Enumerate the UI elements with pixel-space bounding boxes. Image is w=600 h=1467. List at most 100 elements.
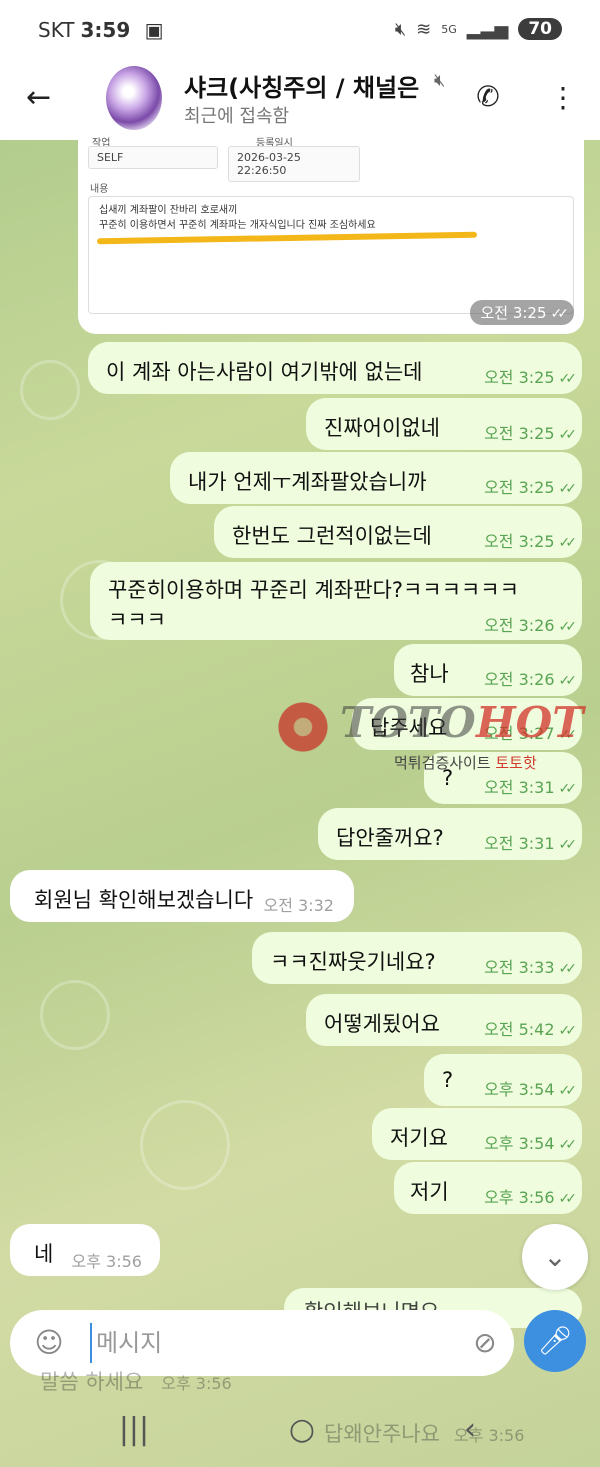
time-label: 오후 3:56 — [71, 1252, 142, 1271]
back-nav-icon[interactable]: ‹ — [448, 1412, 492, 1447]
time-label: 오전 3:25 — [484, 368, 555, 387]
outgoing-message[interactable]: 저기요 오후 3:54 ✓✓ — [372, 1108, 582, 1160]
time-label: 오후 3:54 — [484, 1134, 555, 1153]
more-vertical-icon[interactable]: ⋮ — [548, 80, 578, 116]
ghost-text: 답왜안주나요 — [324, 1422, 440, 1446]
battery-icon: 70 — [518, 18, 562, 40]
message-text: 저기 — [410, 1180, 449, 1204]
outgoing-message[interactable]: 참나 오전 3:26 ✓✓ — [394, 644, 582, 696]
double-check-icon: ✓✓ — [558, 481, 578, 497]
network-label: 5G — [441, 22, 457, 36]
outgoing-message[interactable]: 진짜어이없네 오전 3:25 ✓✓ — [306, 398, 582, 450]
double-check-icon: ✓✓ — [558, 837, 578, 853]
watermark-brand-right: HOT — [476, 698, 584, 747]
message-time: 오후 3:56 ✓✓ — [484, 1184, 578, 1208]
message-time: 오후 3:54 ✓✓ — [484, 1130, 578, 1154]
paperclip-icon[interactable]: ⊘ — [466, 1324, 504, 1362]
double-check-icon: ✓✓ — [558, 1137, 578, 1153]
watermark: TOTO HOT 먹튀검증사이트 토토핫 — [272, 692, 600, 782]
chat-header: ← 샤크(사칭주의 / 채널은 🔇︎ 최근에 접속함 ✆ ⋮ — [0, 62, 600, 140]
message-text: 이 계좌 아는사람이 여기밖에 없는데 — [106, 360, 423, 384]
message-text-line2: ㅋㅋㅋ — [108, 608, 166, 632]
outgoing-message[interactable]: 어떻게됬어요 오전 5:42 ✓✓ — [306, 994, 582, 1046]
outgoing-message[interactable]: ? 오후 3:54 ✓✓ — [424, 1054, 582, 1106]
status-bar: SKT 3:59 ▣ 🔇︎ ≋ 5G ▂▃▅ 70 — [0, 0, 600, 62]
message-time: 오전 3:25 ✓✓ — [470, 300, 574, 325]
message-time: 오전 5:42 ✓✓ — [484, 1016, 578, 1040]
wifi-icon: ≋ — [416, 18, 432, 40]
field-value: SELF — [88, 146, 218, 169]
double-check-icon: ✓✓ — [558, 1083, 578, 1099]
time-label: 오전 3:26 — [484, 616, 555, 635]
avatar[interactable] — [106, 66, 162, 130]
chat-subtitle: 최근에 접속함 — [184, 106, 290, 127]
content-line: 꾸준히 이용하면서 꾸준히 계좌파는 개자식입니다 진짜 조심하세요 — [99, 220, 376, 231]
time-label: 오전 3:32 — [263, 896, 334, 915]
flower-logo-icon — [272, 696, 334, 758]
message-text: 답안줄꺼요? — [336, 826, 444, 850]
message-time: 오후 3:56 — [72, 1248, 142, 1272]
time-label: 오전 3:25 — [484, 478, 555, 497]
recent-apps-icon[interactable]: ||| — [112, 1412, 156, 1447]
carrier-label: SKT — [38, 18, 75, 42]
message-text: 저기요 — [390, 1126, 448, 1150]
message-time: 오후 3:54 ✓✓ — [484, 1076, 578, 1100]
outgoing-message[interactable]: 이 계좌 아는사람이 여기밖에 없는데 오전 3:25 ✓✓ — [88, 342, 582, 394]
double-check-icon: ✓✓ — [550, 306, 570, 322]
time-label: 오후 3:56 — [484, 1188, 555, 1207]
wallpaper-doodle — [20, 360, 80, 420]
time-label: 오전 3:26 — [484, 670, 555, 689]
message-text: ㅋㅋ진짜웃기네요? — [270, 950, 436, 974]
message-text: 네 — [34, 1242, 54, 1266]
message-input[interactable] — [90, 1323, 450, 1363]
double-check-icon: ✓✓ — [558, 1191, 578, 1207]
double-check-icon: ✓✓ — [558, 535, 578, 551]
message-time: 오전 3:25 ✓✓ — [484, 528, 578, 552]
signal-icon: ▂▃▅ — [466, 18, 509, 40]
content-box: 십새끼 계좌팔이 잔바리 호로새끼 꾸준히 이용하면서 꾸준히 계좌파는 개자식… — [88, 196, 574, 314]
double-check-icon: ✓✓ — [558, 371, 578, 387]
message-text: 내가 언제ㅜ계좌팔았습니까 — [188, 470, 427, 494]
incoming-message[interactable]: 회원님 확인해보겠습니다 오전 3:32 — [10, 870, 354, 922]
double-check-icon: ✓✓ — [558, 619, 578, 635]
message-time: 오전 3:33 ✓✓ — [484, 954, 578, 978]
time-label: 오전 3:25 — [484, 532, 555, 551]
message-time: 오전 3:25 ✓✓ — [484, 364, 578, 388]
outgoing-message[interactable]: 답안줄꺼요? 오전 3:31 ✓✓ — [318, 808, 582, 860]
time-label: 오후 3:54 — [484, 1080, 555, 1099]
chat-title[interactable]: 샤크(사칭주의 / 채널은 — [184, 68, 434, 103]
wallpaper-doodle — [40, 980, 110, 1050]
microphone-icon[interactable]: 🎤︎ — [524, 1310, 586, 1372]
time-label: 오전 3:31 — [484, 834, 555, 853]
message-text: 진짜어이없네 — [324, 416, 440, 440]
chevron-down-icon[interactable]: ⌄ — [522, 1224, 588, 1290]
double-check-icon: ✓✓ — [558, 427, 578, 443]
watermark-brand-left: TOTO — [340, 698, 476, 747]
content-label: 내용 — [90, 184, 109, 195]
outgoing-message[interactable]: 꾸준히이용하며 꾸준리 계좌판다?ㅋㅋㅋㅋㅋㅋ ㅋㅋㅋ 오전 3:26 ✓✓ — [90, 562, 582, 640]
arrow-left-icon[interactable]: ← — [26, 80, 62, 116]
message-time: 오전 3:31 ✓✓ — [484, 830, 578, 854]
time-label: 오전 3:25 — [480, 304, 547, 322]
image-message[interactable]: 작업 SELF 등록일시 2026-03-25 22:26:50 내용 십새끼 … — [78, 138, 584, 334]
mute-status-icon: 🔇︎ — [394, 18, 407, 40]
sticker-icon[interactable]: ☺ — [30, 1324, 68, 1362]
message-time: 오전 3:25 ✓✓ — [484, 474, 578, 498]
outgoing-message[interactable]: ㅋㅋ진짜웃기네요? 오전 3:33 ✓✓ — [252, 932, 582, 984]
outgoing-message[interactable]: 내가 언제ㅜ계좌팔았습니까 오전 3:25 ✓✓ — [170, 452, 582, 504]
field-value: 2026-03-25 22:26:50 — [228, 146, 360, 182]
content-line: 십새끼 계좌팔이 잔바리 호로새끼 — [99, 205, 238, 216]
home-icon[interactable]: ○ — [280, 1412, 324, 1447]
outgoing-message[interactable]: 저기 오후 3:56 ✓✓ — [394, 1162, 582, 1214]
highlight-mark — [96, 231, 478, 245]
double-check-icon: ✓✓ — [558, 781, 578, 797]
incoming-message[interactable]: 네 오후 3:56 — [10, 1224, 160, 1276]
watermark-sub-brand: 토토핫 — [495, 754, 537, 772]
wallpaper-doodle — [140, 1100, 230, 1190]
double-check-icon: ✓✓ — [558, 961, 578, 977]
phone-icon[interactable]: ✆ — [470, 80, 506, 116]
outgoing-message[interactable]: 한번도 그런적이없는데 오전 3:25 ✓✓ — [214, 506, 582, 558]
screenshot-icon: ▣ — [144, 18, 164, 42]
message-text: 회원님 확인해보겠습니다 — [34, 888, 254, 912]
double-check-icon: ✓✓ — [558, 1023, 578, 1039]
